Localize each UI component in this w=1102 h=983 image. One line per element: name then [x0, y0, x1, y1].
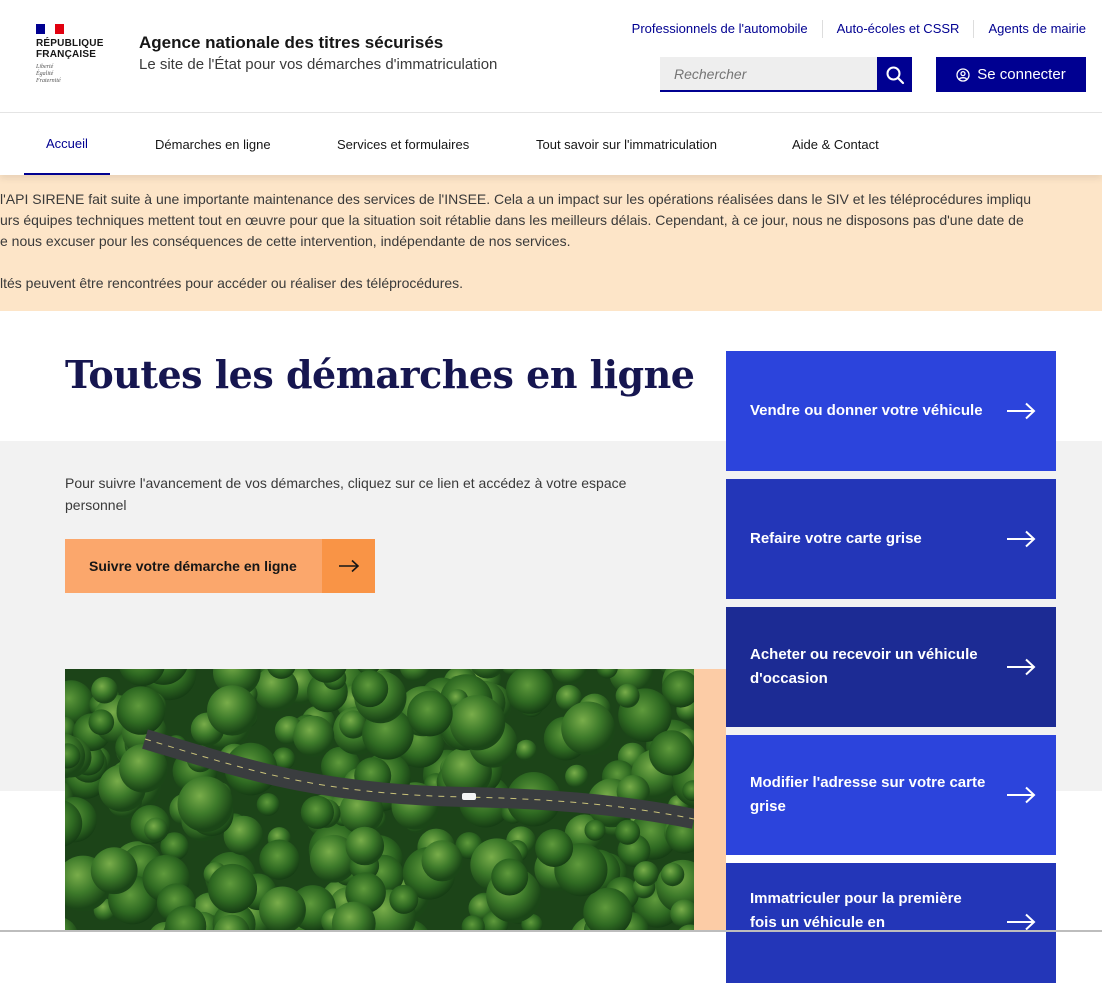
search-input[interactable] — [660, 57, 877, 92]
site-subtitle: Le site de l'État pour vos démarches d'i… — [139, 56, 498, 73]
card-modifier-adresse[interactable]: Modifier l'adresse sur votre carte grise — [726, 735, 1056, 855]
main-nav: Accueil Démarches en ligne Services et f… — [0, 113, 1102, 175]
logo-text: RÉPUBLIQUE FRANÇAISE — [36, 38, 104, 60]
link-agents-mairie[interactable]: Agents de mairie — [973, 20, 1086, 38]
nav-accueil[interactable]: Accueil — [24, 113, 110, 175]
site-title[interactable]: Agence nationale des titres sécurisés — [139, 33, 443, 53]
card-label: Vendre ou donner votre véhicule — [750, 402, 983, 419]
card-label: Acheter ou recevoir un véhicule d'occasi… — [750, 646, 978, 687]
login-button[interactable]: Se connecter — [936, 57, 1086, 92]
nav-aide-contact[interactable]: Aide & Contact — [770, 113, 901, 175]
arrow-right-icon — [1007, 530, 1036, 548]
link-auto-ecoles[interactable]: Auto-écoles et CSSR — [821, 20, 974, 38]
card-label: Refaire votre carte grise — [750, 530, 922, 547]
card-refaire-carte-grise[interactable]: Refaire votre carte grise — [726, 479, 1056, 599]
page-title: Toutes les démarches en ligne — [65, 352, 695, 397]
user-account-icon — [956, 67, 970, 82]
arrow-right-icon — [322, 539, 375, 593]
login-label: Se connecter — [977, 66, 1066, 83]
nav-demarches-en-ligne[interactable]: Démarches en ligne — [133, 113, 293, 175]
arrow-right-icon — [1007, 658, 1036, 676]
follow-demarche-button[interactable]: Suivre votre démarche en ligne — [65, 539, 375, 593]
top-links: Professionnels de l'automobile Auto-écol… — [618, 20, 1086, 38]
maintenance-notice: l'API SIRENE fait suite à une importante… — [0, 175, 1102, 311]
forest-road-photo — [65, 669, 694, 932]
follow-intro-text: Pour suivre l'avancement de vos démarche… — [65, 475, 627, 513]
card-label: Immatriculer pour la première fois un vé… — [750, 890, 962, 931]
french-flag-icon — [36, 24, 64, 34]
search-bar — [660, 57, 912, 92]
card-immatriculer-premiere-fois[interactable]: Immatriculer pour la première fois un vé… — [726, 863, 1056, 983]
logo-motto: Liberté Égalité Fraternité — [36, 64, 61, 84]
notice-line-3: e nous excuser pour les conséquences de … — [0, 233, 571, 249]
site-header: RÉPUBLIQUE FRANÇAISE Liberté Égalité Fra… — [0, 0, 1102, 113]
search-button[interactable] — [877, 57, 912, 92]
republique-francaise-logo[interactable]: RÉPUBLIQUE FRANÇAISE Liberté Égalité Fra… — [36, 24, 116, 85]
arrow-right-icon — [1007, 913, 1036, 931]
decorative-strip — [694, 669, 726, 932]
notice-line-4: ltés peuvent être rencontrées pour accéd… — [0, 275, 464, 291]
nav-tout-savoir[interactable]: Tout savoir sur l'immatriculation — [514, 113, 739, 175]
notice-line-2: urs équipes techniques mettent tout en œ… — [0, 212, 1024, 228]
notice-line-1: l'API SIRENE fait suite à une importante… — [0, 191, 1031, 207]
nav-services-formulaires[interactable]: Services et formulaires — [315, 113, 491, 175]
arrow-right-icon — [1007, 786, 1036, 804]
follow-demarche-label: Suivre votre démarche en ligne — [65, 539, 322, 593]
card-label: Modifier l'adresse sur votre carte grise — [750, 774, 986, 815]
search-icon — [886, 66, 904, 84]
link-professionnels[interactable]: Professionnels de l'automobile — [618, 20, 822, 38]
card-vendre-donner[interactable]: Vendre ou donner votre véhicule — [726, 351, 1056, 471]
arrow-right-icon — [1007, 402, 1036, 420]
card-acheter-occasion[interactable]: Acheter ou recevoir un véhicule d'occasi… — [726, 607, 1056, 727]
